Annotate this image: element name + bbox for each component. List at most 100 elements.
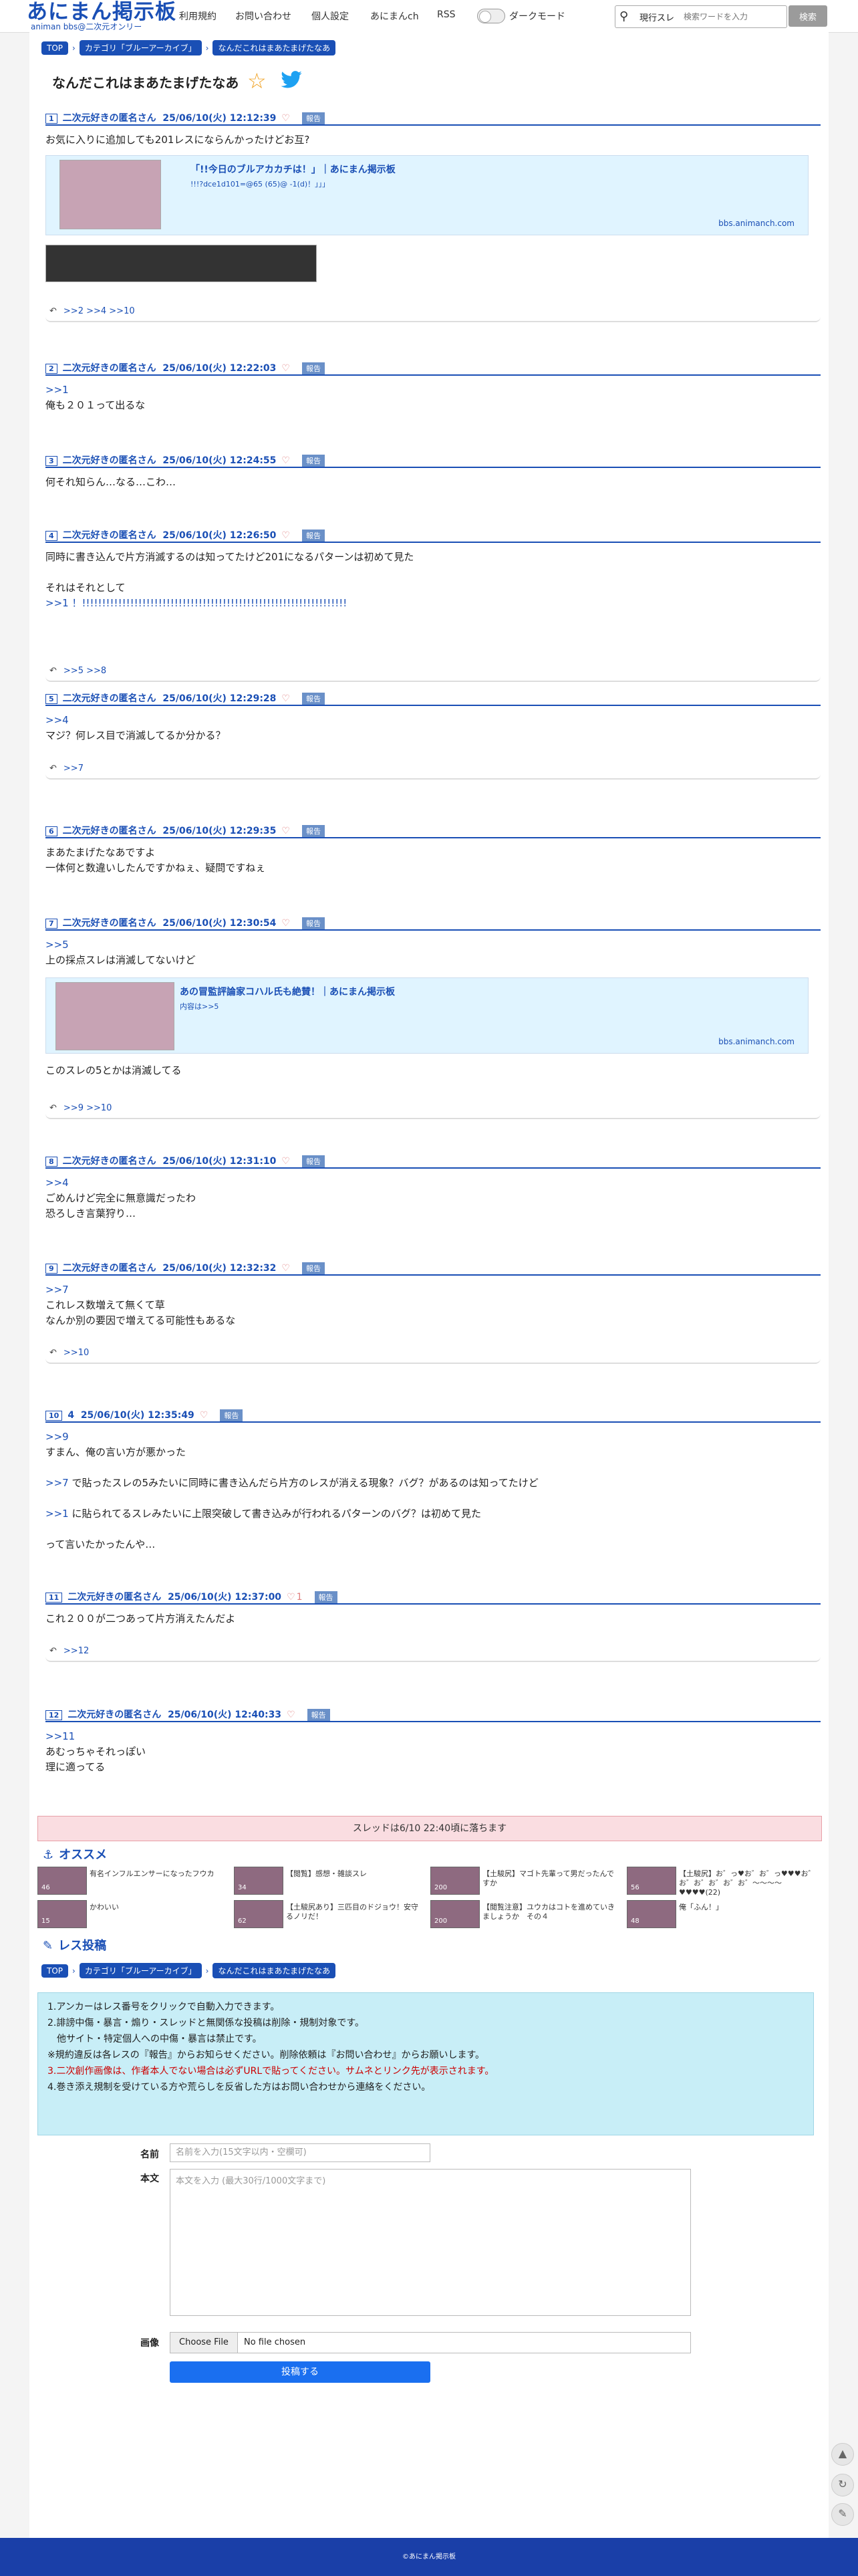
thread-drop-notice: スレッドは6/10 22:40頃に落ちます (37, 1816, 822, 1841)
recommend-title: オススメ (59, 1848, 108, 1862)
breadcrumb-thread[interactable]: なんだこれはまあたまげたなあ (212, 1963, 336, 1978)
report-button[interactable]: 報告 (301, 362, 325, 374)
reply-links[interactable]: >>7 (63, 764, 84, 774)
body-textarea[interactable]: 本文を入力 (最大30行/1000文字まで) (170, 2169, 691, 2316)
edit-icon[interactable]: ✎ (831, 2503, 854, 2526)
scroll-top-icon[interactable]: ▲ (831, 2443, 854, 2466)
name-input[interactable]: 名前を入力(15文字以内・空欄可) (170, 2143, 430, 2162)
anchor-line[interactable]: >>1 ！!!!!!!!!!!!!!!!!!!!!!!!!!!!!!!!!!!!… (45, 596, 821, 611)
anchor-link[interactable]: >>5 (45, 937, 821, 953)
post-number[interactable]: 5 (45, 694, 57, 704)
post-number[interactable]: 9 (45, 1264, 57, 1274)
post-number[interactable]: 3 (45, 456, 57, 466)
report-button[interactable]: 報告 (301, 1262, 325, 1274)
report-button[interactable]: 報告 (220, 1409, 243, 1421)
reply-links[interactable]: >>5 >>8 (63, 666, 106, 676)
favorite-star-icon[interactable]: ☆ (247, 68, 267, 94)
reply-links[interactable]: >>9 >>10 (63, 1103, 112, 1113)
post-header: 1 二次元好きの匿名さん 25/06/10(火) 12:12:39 ♡ 報告 (45, 111, 821, 126)
like-heart-icon[interactable]: ♡ (287, 1710, 295, 1720)
post-number[interactable]: 11 (45, 1593, 63, 1603)
nav-animanch[interactable]: あにまんch (370, 9, 419, 23)
post-number[interactable]: 7 (45, 919, 57, 929)
like-heart-icon[interactable]: ♡ (281, 455, 290, 466)
search-input[interactable] (682, 9, 782, 25)
recommend-item[interactable]: 56 【土駿尻】お゛っ♥お゛お゛っ♥♥♥お゛お゛お゛お゛お゛お゛〜〜〜〜♥♥♥♥(… (627, 1867, 819, 1897)
nav-settings[interactable]: 個人設定 (311, 9, 349, 23)
twitter-icon[interactable] (281, 71, 302, 88)
toggle-knob (479, 11, 491, 23)
reply-links[interactable]: >>10 (63, 1348, 89, 1358)
reply-icon: ↶ (49, 1646, 57, 1656)
anchor-link[interactable]: >>7 (45, 1282, 821, 1298)
breadcrumb-thread[interactable]: なんだこれはまあたまげたなあ (212, 40, 336, 55)
post-number[interactable]: 4 (45, 531, 57, 541)
reload-icon[interactable]: ↻ (831, 2474, 854, 2496)
report-button[interactable]: 報告 (301, 1155, 325, 1167)
breadcrumb-top[interactable]: TOP (41, 1964, 69, 1978)
like-heart-icon[interactable]: ♡ (287, 1592, 295, 1603)
like-count: 1 (296, 1592, 303, 1603)
choose-file-button[interactable]: Choose File (170, 2333, 238, 2353)
anchor-link[interactable]: >>1 (45, 1508, 69, 1520)
post-number[interactable]: 6 (45, 826, 57, 836)
submit-post-button[interactable]: 投稿する (170, 2361, 430, 2383)
like-heart-icon[interactable]: ♡ (281, 1156, 290, 1167)
link-preview[interactable]: あの冒監評論家コハル氏も絶賛！｜あにまん掲示板 内容は>>5 bbs.anima… (45, 977, 809, 1054)
post-number[interactable]: 8 (45, 1157, 57, 1167)
post-date: 25/06/10(火) 12:31:10 (162, 1156, 277, 1167)
recommend-item[interactable]: 48 俺「ふん！」 (627, 1900, 819, 1928)
breadcrumb-category[interactable]: カテゴリ「ブルーアーカイブ」 (79, 1963, 202, 1978)
recommend-item[interactable]: 200 【土駿尻】マゴト先輩って男だったんですか (430, 1867, 623, 1895)
post-number[interactable]: 2 (45, 364, 57, 374)
reply-links[interactable]: >>2 >>4 >>10 (63, 306, 135, 316)
like-heart-icon[interactable]: ♡ (200, 1410, 208, 1421)
report-button[interactable]: 報告 (301, 825, 325, 837)
nav-rss[interactable]: RSS (437, 9, 456, 20)
like-heart-icon[interactable]: ♡ (281, 363, 290, 374)
dark-mode-toggle[interactable] (477, 9, 505, 23)
like-heart-icon[interactable]: ♡ (281, 918, 290, 929)
reply-links[interactable]: >>12 (63, 1646, 89, 1656)
nav-contact[interactable]: お問い合わせ (235, 9, 291, 23)
report-button[interactable]: 報告 (301, 917, 325, 929)
post-number[interactable]: 10 (45, 1411, 63, 1421)
report-button[interactable]: 報告 (301, 112, 325, 124)
report-button[interactable]: 報告 (307, 1709, 330, 1721)
like-heart-icon[interactable]: ♡ (281, 1263, 290, 1274)
anchor-link[interactable]: >>9 (45, 1429, 821, 1445)
report-button[interactable]: 報告 (314, 1591, 337, 1603)
anchor-link[interactable]: >>7 (45, 1477, 69, 1489)
post-number[interactable]: 1 (45, 114, 57, 124)
post-body: >>4 ごめんけど完全に無意識だったわ 恐ろしき言葉狩り… (45, 1175, 821, 1221)
anchor-link[interactable]: >>4 (45, 1175, 821, 1191)
nav-terms[interactable]: 利用規約 (179, 9, 217, 23)
anchor-link[interactable]: >>4 (45, 713, 821, 728)
breadcrumb-category[interactable]: カテゴリ「ブルーアーカイブ」 (79, 40, 202, 55)
recommend-item[interactable]: 200 【閲覧注意】ユウカはコトを進めていきましょうか その４ (430, 1900, 623, 1928)
recommend-item[interactable]: 34 【閲覧】感想・雑談スレ (234, 1867, 426, 1895)
like-heart-icon[interactable]: ♡ (281, 113, 290, 124)
post-image[interactable] (45, 245, 317, 282)
recommend-item[interactable]: 46 有名インフルエンサーになったフウカ (37, 1867, 230, 1895)
anchor-link[interactable]: >>11 (45, 1729, 821, 1744)
search-button[interactable]: 検索 (789, 5, 827, 27)
link-preview[interactable]: 「!!今日のブルアカカチは！」｜あにまん掲示板 !!!?dce1d101=@65… (45, 155, 809, 235)
site-logo[interactable]: あにまん掲示板 animan bbs@二次元オンリー (27, 1, 176, 31)
like-heart-icon[interactable]: ♡ (281, 530, 290, 541)
post-text: このスレの5とかは消滅してる (45, 1064, 182, 1076)
report-button[interactable]: 報告 (301, 530, 325, 542)
like-heart-icon[interactable]: ♡ (281, 826, 290, 836)
report-button[interactable]: 報告 (301, 455, 325, 467)
anchor-link[interactable]: >>1 (45, 382, 821, 398)
like-heart-icon[interactable]: ♡ (281, 693, 290, 704)
breadcrumb-top[interactable]: TOP (41, 41, 69, 55)
recommend-item[interactable]: 62 【土駿尻あり】三匹目のドジョウ！安守るノリだ！ (234, 1900, 426, 1928)
post-header: 6 二次元好きの匿名さん 25/06/10(火) 12:29:35 ♡ 報告 (45, 824, 821, 838)
post-number[interactable]: 12 (45, 1710, 63, 1720)
recommend-item[interactable]: 15 かわいい (37, 1900, 230, 1928)
report-button[interactable]: 報告 (301, 693, 325, 705)
post-text: これレス数増えて無くて草 (45, 1299, 165, 1311)
preview-description: 内容は>>5 (180, 1002, 219, 1011)
search-scope-select[interactable]: 現行スレ (639, 11, 674, 23)
